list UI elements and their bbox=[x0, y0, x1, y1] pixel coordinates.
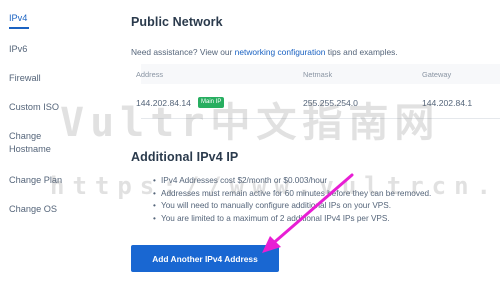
sidebar-item-change-hostname[interactable]: Change Hostname bbox=[9, 130, 51, 156]
netmask-value: 255.255.254.0 bbox=[303, 98, 358, 108]
sidebar-item-custom-iso[interactable]: Custom ISO bbox=[9, 101, 59, 114]
list-item: You will need to manually configure addi… bbox=[153, 200, 431, 213]
sidebar-item-firewall[interactable]: Firewall bbox=[9, 72, 41, 85]
networking-configuration-link[interactable]: networking configuration bbox=[235, 47, 326, 57]
list-item: Addresses must remain active for 60 minu… bbox=[153, 188, 431, 201]
ipv4-info-list: IPv4 Addresses cost $2/month or $0.003/h… bbox=[153, 175, 431, 226]
main-content: Public Network Need assistance? View our… bbox=[131, 0, 500, 287]
assist-prefix: Need assistance? View our bbox=[131, 47, 235, 57]
sidebar-item-change-plan[interactable]: Change Plan bbox=[9, 174, 62, 187]
main-ip-badge: Main IP bbox=[198, 97, 225, 108]
active-tab-indicator bbox=[9, 27, 29, 29]
add-ipv4-address-button[interactable]: Add Another IPv4 Address bbox=[131, 245, 279, 272]
additional-ipv4-title: Additional IPv4 IP bbox=[131, 150, 239, 164]
sidebar-item-ipv4[interactable]: IPv4 bbox=[9, 12, 27, 25]
column-netmask: Netmask bbox=[303, 70, 333, 79]
assist-suffix: tips and examples. bbox=[325, 47, 398, 57]
list-item: IPv4 Addresses cost $2/month or $0.003/h… bbox=[153, 175, 431, 188]
list-item: You are limited to a maximum of 2 additi… bbox=[153, 213, 431, 226]
sidebar-item-change-os[interactable]: Change OS bbox=[9, 203, 57, 216]
gateway-value: 144.202.84.1 bbox=[422, 98, 473, 108]
column-address: Address bbox=[136, 70, 164, 79]
public-network-title: Public Network bbox=[131, 15, 223, 29]
table-divider bbox=[141, 118, 500, 119]
assistance-text: Need assistance? View our networking con… bbox=[131, 47, 398, 57]
ip-address: 144.202.84.14 bbox=[136, 98, 191, 108]
sidebar-item-ipv6[interactable]: IPv6 bbox=[9, 43, 27, 56]
sidebar: IPv4 IPv6 Firewall Custom ISO Change Hos… bbox=[0, 0, 112, 287]
column-gateway: Gateway bbox=[422, 70, 452, 79]
